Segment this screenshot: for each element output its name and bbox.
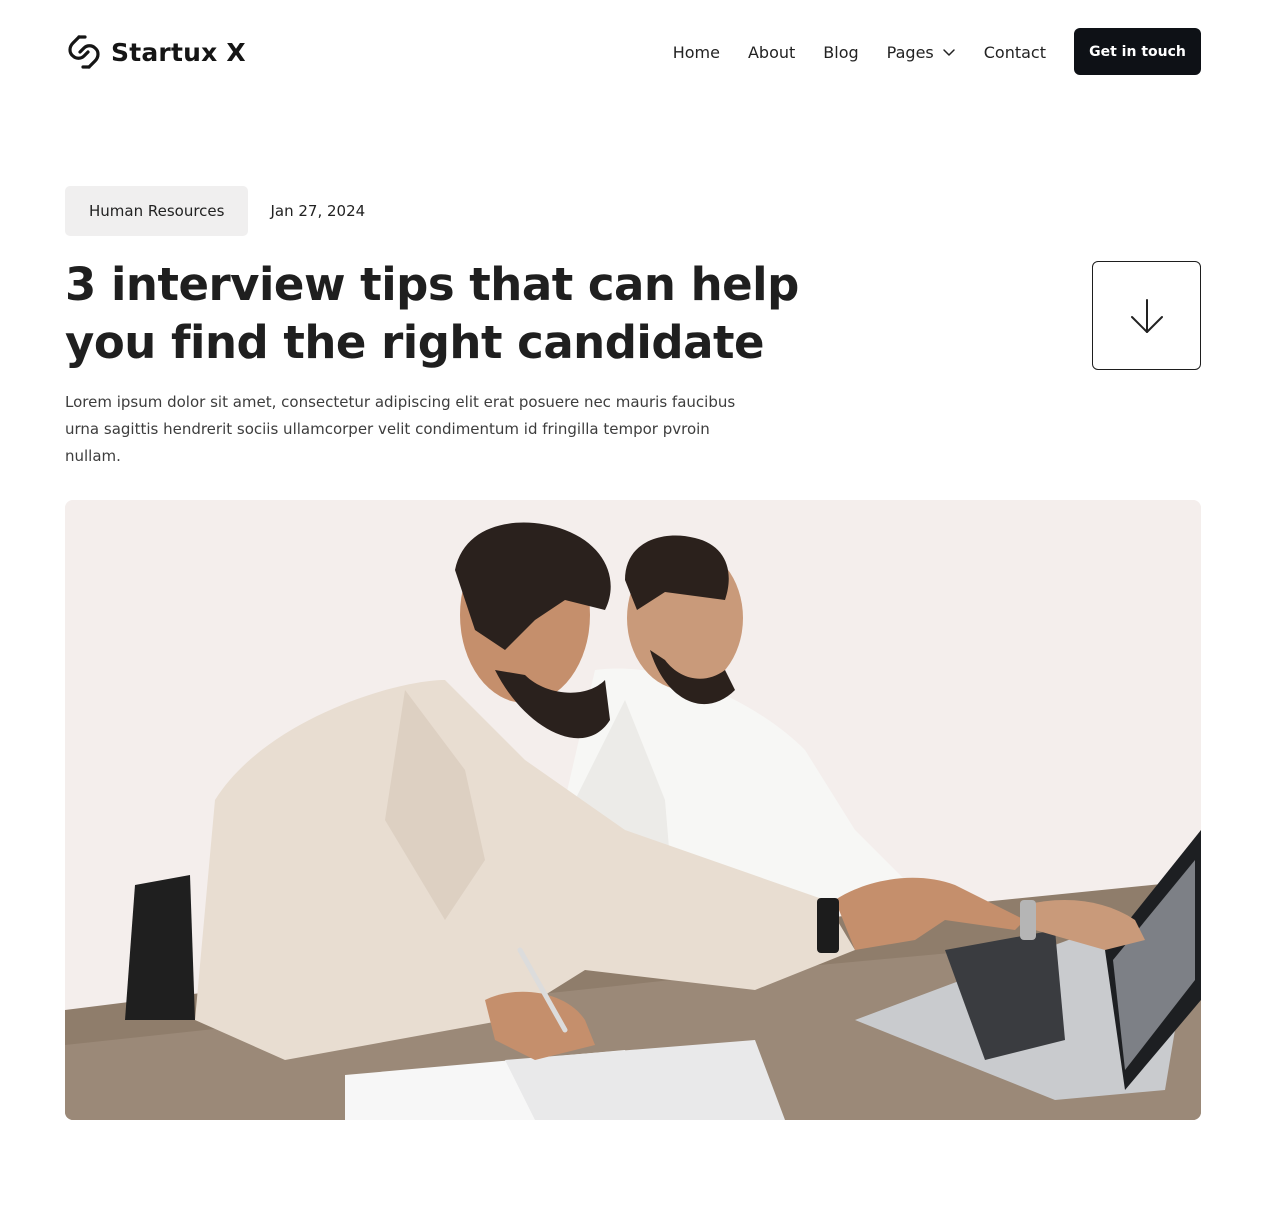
site-header: Startux X Home About Blog Pages Contact … — [65, 28, 1201, 76]
hero-image — [65, 500, 1201, 1120]
brand-name: Startux X — [111, 37, 246, 67]
chevron-down-icon — [943, 49, 955, 56]
brand-logo[interactable]: Startux X — [65, 32, 246, 72]
nav-home[interactable]: Home — [673, 43, 720, 62]
post-title: 3 interview tips that can help you find … — [65, 258, 799, 369]
nav-contact[interactable]: Contact — [984, 43, 1046, 62]
nav-blog[interactable]: Blog — [823, 43, 858, 62]
nav-pages[interactable]: Pages — [887, 43, 956, 62]
post-excerpt: Lorem ipsum dolor sit amet, consectetur … — [65, 393, 736, 465]
nav-pages-label: Pages — [886, 42, 934, 62]
arrow-down-icon — [1130, 298, 1163, 333]
scroll-down-button[interactable] — [1092, 261, 1201, 370]
category-tag[interactable]: Human Resources — [65, 186, 249, 236]
post-meta: Human Resources Jan 27, 2024 — [65, 186, 365, 236]
post-date: Jan 27, 2024 — [270, 202, 366, 220]
link-icon — [68, 35, 100, 69]
get-in-touch-button[interactable]: Get in touch — [1074, 28, 1201, 75]
main-nav: Home About Blog Pages Contact — [673, 28, 1046, 76]
hero-photo-illustration — [65, 500, 1201, 1120]
nav-about[interactable]: About — [748, 43, 795, 62]
